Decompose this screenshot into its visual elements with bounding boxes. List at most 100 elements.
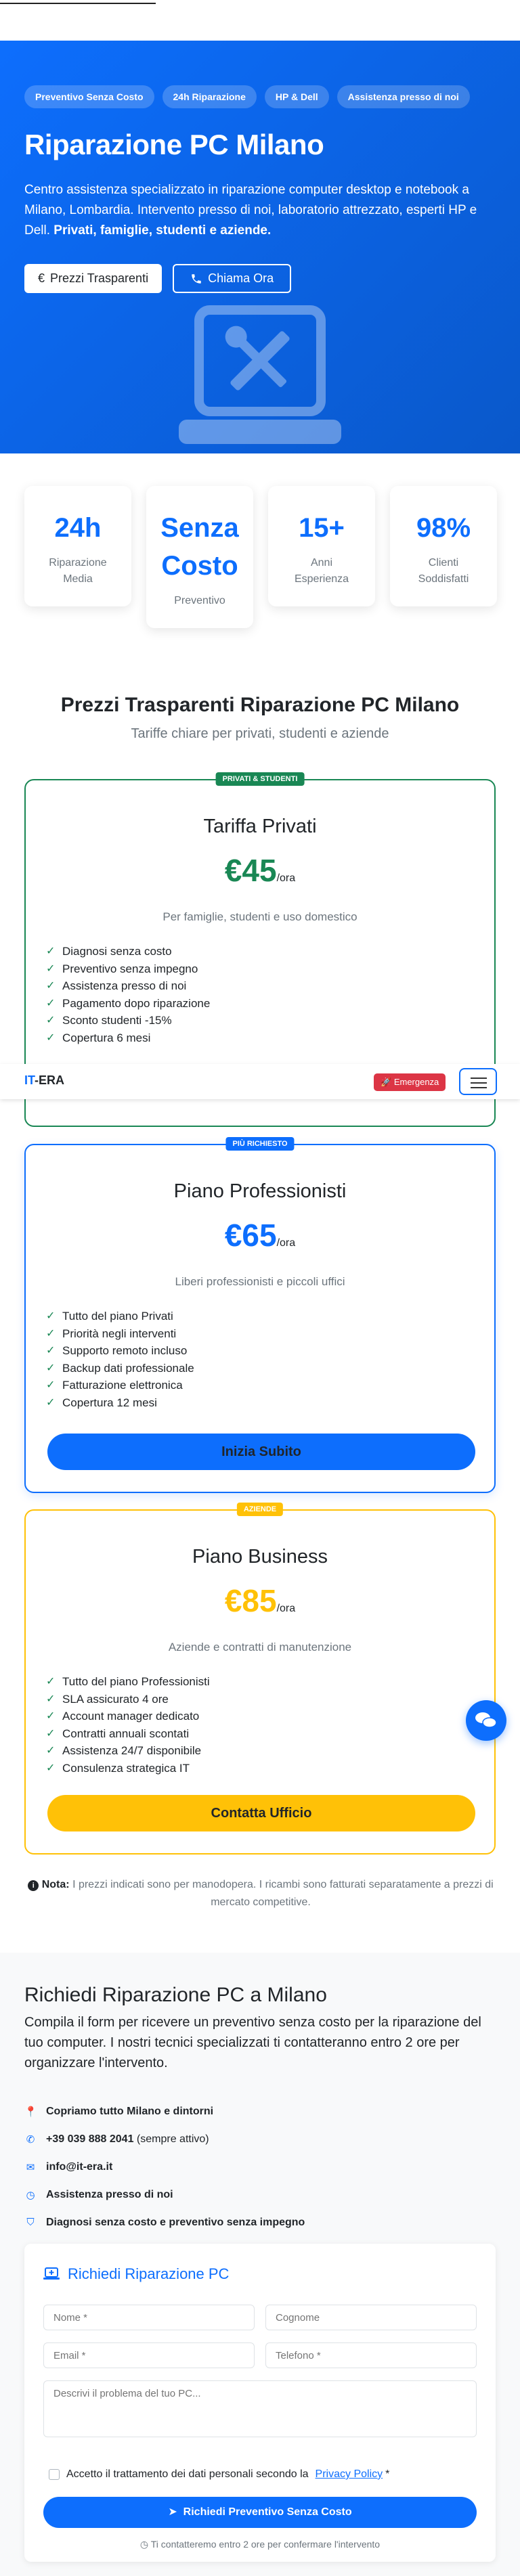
brand-rest: -ERA: [35, 1073, 65, 1087]
plan-feature-text: Preventivo senza impegno: [62, 962, 198, 975]
phone-input[interactable]: [265, 2342, 477, 2368]
rocket-icon: 🚀: [381, 1077, 392, 1087]
top-strip: [0, 0, 520, 41]
check-icon: ✓: [46, 1310, 56, 1322]
plan-desc: Liberi professionisti e piccoli uffici: [175, 1275, 345, 1288]
plan-card-professionisti: PIÙ RICHIESTO Piano Professionisti €65/o…: [24, 1137, 496, 1493]
plan-feature-text: Tutto del piano Professionisti: [62, 1675, 210, 1688]
plan-card-business: AZIENDE Piano Business €85/ora Aziende e…: [24, 1503, 496, 1855]
check-icon: ✓: [46, 1396, 56, 1408]
emergency-button[interactable]: 🚀 Emergenza: [374, 1073, 446, 1091]
check-icon: ✓: [46, 980, 56, 992]
hero-badge: HP & Dell: [264, 85, 329, 108]
stat-label: Clienti Soddisfatti: [418, 557, 469, 585]
info-text: Copriamo tutto Milano e dintorni: [46, 2105, 214, 2117]
check-icon: ✓: [46, 946, 56, 957]
problem-textarea[interactable]: [43, 2380, 477, 2437]
plan-feature-text: Account manager dedicato: [62, 1710, 200, 1723]
plan-desc: Aziende e contratti di manutenzione: [168, 1641, 352, 1653]
plan-feature-text: Diagnosi senza costo: [62, 945, 172, 958]
check-icon: ✓: [46, 1693, 56, 1705]
check-icon: ✓: [46, 962, 56, 975]
check-icon: ✓: [46, 1345, 56, 1356]
clock-icon: ◷: [139, 2539, 149, 2550]
chat-bubbles-icon: [475, 1712, 497, 1728]
contact-office-button[interactable]: Contatta Ufficio: [47, 1795, 475, 1831]
privacy-policy-link[interactable]: Privacy Policy: [316, 2468, 383, 2481]
prices-button-label: Prezzi Trasparenti: [50, 271, 149, 285]
plan-price: €45/ora: [26, 852, 494, 889]
required-star: *: [385, 2468, 390, 2480]
submit-label: Richiedi Preventivo Senza Costo: [183, 2506, 352, 2518]
plan-feature: ✓ Consulenza strategica IT: [46, 1760, 210, 1777]
plan-feature-text: Backup dati professionale: [62, 1361, 194, 1375]
stat-label: Preventivo: [174, 595, 225, 606]
hero-section: Preventivo Senza Costo 24h Riparazione H…: [0, 41, 520, 453]
plan-feature-text: Pagamento dopo riparazione: [62, 996, 211, 1010]
contact-info-item: 📍 Copriamo tutto Milano e dintorni: [24, 2097, 305, 2125]
plan-feature-text: Sconto studenti -15%: [62, 1014, 172, 1027]
contact-info-item: ◷ Assistenza presso di noi: [24, 2181, 305, 2208]
chat-button[interactable]: [466, 1700, 506, 1741]
brand-it: IT: [24, 1073, 35, 1087]
plan-price-per: /ora: [276, 1237, 296, 1249]
hamburger-icon: [471, 1078, 487, 1079]
form-title-text: Richiedi Riparazione PC: [68, 2265, 230, 2282]
check-icon: ✓: [46, 997, 56, 1009]
stat-label: Riparazione Media: [49, 557, 107, 585]
surname-input[interactable]: [265, 2305, 477, 2330]
plan-feature: ✓ Backup dati professionale: [46, 1360, 194, 1377]
plan-tag: PIÙ RICHIESTO: [225, 1137, 295, 1151]
name-input[interactable]: [43, 2305, 255, 2330]
stat-number: 98%: [416, 513, 471, 543]
envelope-icon: ✉: [26, 2161, 35, 2173]
info-text: info@it-era.it: [46, 2160, 113, 2173]
phone-icon: ✆: [26, 2133, 35, 2146]
prices-button[interactable]: € Prezzi Trasparenti: [24, 264, 162, 293]
info-text: Diagnosi senza costo e preventivo senza …: [46, 2216, 305, 2228]
call-button[interactable]: Chiama Ora: [173, 264, 292, 293]
stat-card: 15+ Anni Esperienza: [268, 486, 375, 606]
submit-button[interactable]: ➤ Richiedi Preventivo Senza Costo: [43, 2497, 477, 2528]
contact-info-item[interactable]: ✆ +39 039 888 2041 (sempre attivo): [24, 2125, 305, 2153]
contact-info-item[interactable]: ✉ info@it-era.it: [24, 2153, 305, 2181]
email-input[interactable]: [43, 2342, 255, 2368]
stat-card: Senza Costo Preventivo: [146, 486, 253, 628]
reply-note: ◷ Ti contatteremo entro 2 ore per confer…: [24, 2539, 496, 2550]
plan-desc: Per famiglie, studenti e uso domestico: [162, 910, 358, 923]
contact-title: Richiedi Riparazione PC a Milano: [24, 1984, 327, 2006]
emergency-label: Emergenza: [393, 1077, 439, 1087]
plan-feature: ✓ Sconto studenti -15%: [46, 1012, 210, 1029]
plan-feature: ✓ Preventivo senza impegno: [46, 960, 210, 978]
stat-label: Anni Esperienza: [294, 557, 349, 585]
euro-icon: €: [38, 271, 45, 285]
plan-feature: ✓ SLA assicurato 4 ore: [46, 1691, 210, 1708]
plan-feature: ✓ Assistenza presso di noi: [46, 977, 210, 995]
brand-logo[interactable]: IT-ERA: [24, 1073, 64, 1088]
plan-feature: ✓ Contratti annuali scontati: [46, 1725, 210, 1743]
stat-number: 15+: [299, 513, 345, 543]
privacy-consent: Accetto il trattamento dei dati personal…: [49, 2468, 389, 2481]
contact-section: Richiedi Riparazione PC a Milano Compila…: [0, 1953, 520, 2576]
plan-feature-text: Copertura 6 mesi: [62, 1031, 151, 1044]
plan-price-amount: €45: [224, 853, 277, 888]
check-icon: ✓: [46, 1710, 56, 1722]
hamburger-icon: [471, 1087, 487, 1088]
contact-intro: Compila il form per ricevere un preventi…: [24, 2015, 481, 2070]
send-icon: ➤: [168, 2506, 177, 2518]
plan-feature-text: Priorità negli interventi: [62, 1327, 177, 1340]
start-now-button[interactable]: Inizia Subito: [47, 1434, 475, 1470]
plan-price-per: /ora: [276, 1603, 296, 1614]
stat-card: 98% Clienti Soddisfatti: [390, 486, 497, 606]
check-icon: ✓: [46, 1745, 56, 1756]
plan-price: €65/ora: [26, 1217, 494, 1253]
plan-feature: ✓ Diagnosi senza costo: [46, 943, 210, 960]
map-pin-icon: 📍: [24, 2106, 37, 2118]
privacy-checkbox[interactable]: [49, 2469, 60, 2480]
phone-icon: [192, 273, 201, 284]
plan-name: Piano Business: [192, 1546, 328, 1568]
menu-toggle-button[interactable]: [459, 1068, 497, 1095]
privacy-text: Accetto il trattamento dei dati personal…: [66, 2468, 309, 2480]
plan-feature: ✓ Tutto del piano Professionisti: [46, 1673, 210, 1691]
reply-text: Ti contatteremo entro 2 ore per conferma…: [150, 2539, 381, 2550]
